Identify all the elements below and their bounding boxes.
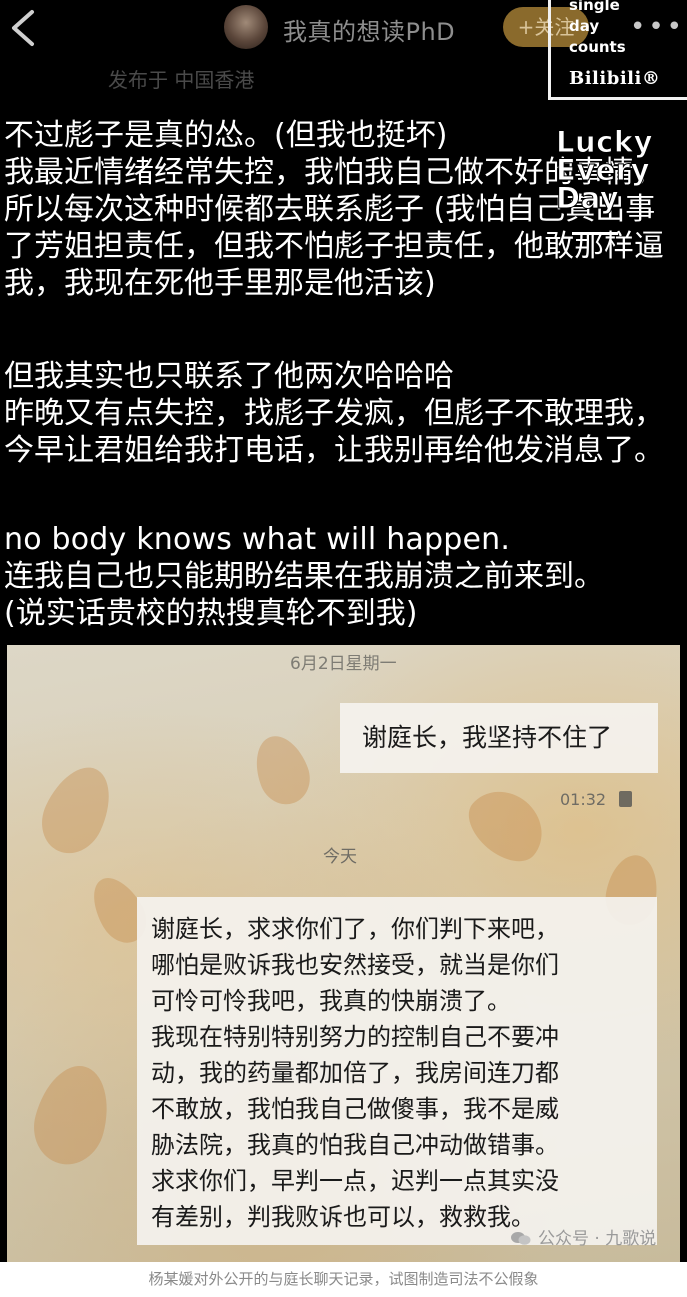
- source-watermark-text: 公众号 · 九歌说: [538, 1229, 657, 1249]
- back-arrow-icon: [12, 10, 34, 46]
- watermark-line: single: [569, 0, 620, 14]
- watermark-underline: [572, 232, 618, 235]
- text-line: 今早让君姐给我打电话，让我别再给他发消息了。: [4, 433, 664, 468]
- watermark-line: day: [569, 17, 600, 35]
- text-line: 我最近情绪经常失控，我怕我自己做不好的事情，: [4, 155, 664, 190]
- watermark-line: counts: [569, 38, 626, 56]
- chat-screenshot: 6月2日星期一 谢庭长，我坚持不住了 01:32 今天 谢庭长，求求你们了，你们…: [7, 645, 680, 1262]
- post-screenshot: 我真的想读PhD +关注 ••• 发布于 中国香港 single day cou…: [0, 0, 687, 1262]
- back-button[interactable]: [6, 8, 40, 48]
- post-paragraph-2: 但我其实也只联系了他两次哈哈哈 昨晚又有点失控，找彪子发疯，但彪子不敢理我， 今…: [4, 358, 664, 469]
- message-line: 求求你们，早判一点，迟判一点其实没: [151, 1167, 559, 1195]
- bilibili-watermark: single day counts Bilibili®: [548, 0, 687, 100]
- chat-date-label: 6月2日星期一: [290, 654, 397, 674]
- text-line: 昨晚又有点失控，找彪子发疯，但彪子不敢理我，: [4, 396, 664, 431]
- incoming-message-bubble: 谢庭长，求求你们了，你们判下来吧， 哪怕是败诉我也安然接受，就当是你们 可怜可怜…: [137, 897, 657, 1245]
- post-location: 发布于 中国香港: [108, 68, 255, 92]
- text-line: 连我自己也只能期盼结果在我崩溃之前来到。: [4, 559, 604, 594]
- message-line: 动，我的药量都加倍了，我房间连刀都: [151, 1059, 559, 1087]
- message-time: 01:32: [560, 790, 607, 809]
- bilibili-brand: Bilibili®: [569, 68, 661, 89]
- image-caption: 杨某媛对外公开的与庭长聊天记录，试图制造司法不公假象: [0, 1262, 687, 1297]
- text-line: 我，我现在死他手里那是他活该): [4, 266, 436, 301]
- text-line: 所以每次这种时候都去联系彪子 (我怕自己真出事: [4, 192, 656, 227]
- post-paragraph-1: 不过彪子是真的怂。(但我也挺坏) 我最近情绪经常失控，我怕我自己做不好的事情， …: [4, 117, 664, 302]
- message-line: 谢庭长，求求你们了，你们判下来吧，: [151, 915, 559, 943]
- source-watermark: 公众号 · 九歌说: [510, 1224, 656, 1249]
- text-line: 了芳姐担责任，但我不怕彪子担责任，他敢那样逼: [4, 229, 664, 264]
- read-receipt-icon: [619, 791, 632, 807]
- message-line: 不敢放，我怕我自己做傻事，我不是威: [151, 1095, 559, 1123]
- text-line: 不过彪子是真的怂。(但我也挺坏): [4, 118, 448, 153]
- wechat-logo-icon: [511, 1232, 531, 1245]
- message-line: 胁法院，我真的怕我自己冲动做错事。: [151, 1131, 559, 1159]
- message-line: 我现在特别特别努力的控制自己不要冲: [151, 1023, 559, 1051]
- text-line: 但我其实也只联系了他两次哈哈哈: [4, 359, 454, 394]
- message-line: 可怜可怜我吧，我真的快崩溃了。: [151, 987, 511, 1015]
- post-paragraph-3: no body knows what will happen. 连我自己也只能期…: [4, 521, 604, 632]
- chat-today-label: 今天: [323, 847, 357, 867]
- avatar[interactable]: [224, 5, 268, 49]
- username[interactable]: 我真的想读PhD: [283, 12, 455, 47]
- text-line: no body knows what will happen.: [4, 522, 511, 557]
- text-line: (说实话贵校的热搜真轮不到我): [4, 596, 418, 631]
- outgoing-message-bubble: 谢庭长，我坚持不住了: [340, 703, 658, 773]
- message-line: 哪怕是败诉我也安然接受，就当是你们: [151, 951, 559, 979]
